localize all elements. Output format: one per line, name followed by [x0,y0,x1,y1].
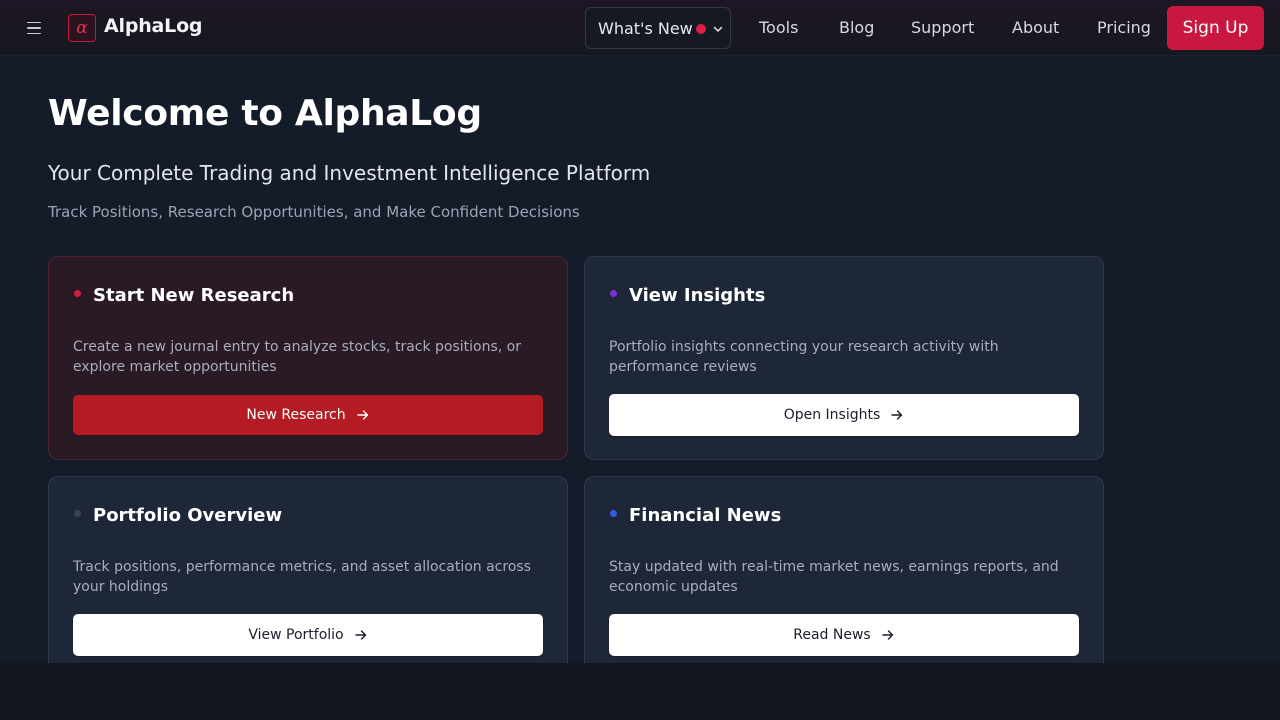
nav-blog[interactable]: Blog [839,18,874,37]
app-viewport: α AlphaLog What's New Tools Blog Support… [0,0,1280,663]
card-financial-news: Financial News Stay updated with real-ti… [584,476,1104,663]
button-label: Open Insights [783,407,881,423]
page-bottom-area [0,663,1280,720]
whats-new-dropdown[interactable]: What's New [585,7,731,49]
button-label: Read News [793,627,871,643]
card-title: Financial News [629,505,782,526]
card-title: View Insights [629,285,766,306]
bullet-icon [610,290,617,297]
alpha-logo-icon[interactable]: α [68,14,96,42]
nav-about[interactable]: About [1012,18,1059,37]
card-title: Portfolio Overview [93,505,283,526]
card-description: Portfolio insights connecting your resea… [609,339,999,375]
open-insights-button[interactable]: Open Insights [609,394,1079,436]
bullet-icon [610,510,617,517]
menu-icon[interactable] [22,16,46,40]
chevron-down-icon [713,26,723,32]
page-title: Welcome to AlphaLog [48,93,482,134]
card-portfolio-overview: Portfolio Overview Track positions, perf… [48,476,568,663]
nav-tools[interactable]: Tools [759,18,798,37]
whats-new-label: What's New [598,18,693,38]
top-navbar: α AlphaLog What's New Tools Blog Support… [0,0,1280,56]
card-title: Start New Research [93,285,295,306]
page-tagline: Track Positions, Research Opportunities,… [48,203,580,221]
arrow-right-icon [882,630,893,640]
arrow-right-icon [354,630,366,640]
button-label: New Research [246,407,346,423]
read-news-button[interactable]: Read News [609,614,1079,656]
card-description: Create a new journal entry to analyze st… [73,339,521,375]
sign-up-button[interactable]: Sign Up [1167,6,1264,50]
view-portfolio-button[interactable]: View Portfolio [73,614,543,656]
page-subtitle: Your Complete Trading and Investment Int… [48,161,651,185]
bullet-icon [74,290,81,297]
arrow-right-icon [891,410,903,420]
bullet-icon [74,510,81,517]
nav-pricing[interactable]: Pricing [1097,18,1151,37]
arrow-right-icon [356,410,368,420]
card-description: Track positions, performance metrics, an… [73,559,531,595]
card-view-insights: View Insights Portfolio insights connect… [584,256,1104,460]
card-start-research: Start New Research Create a new journal … [48,256,568,460]
brand-name[interactable]: AlphaLog [104,15,203,37]
nav-support[interactable]: Support [911,18,974,37]
new-research-button[interactable]: New Research [73,395,543,435]
notification-dot-icon [695,23,706,34]
card-description: Stay updated with real-time market news,… [609,559,1059,595]
button-label: View Portfolio [248,627,344,643]
